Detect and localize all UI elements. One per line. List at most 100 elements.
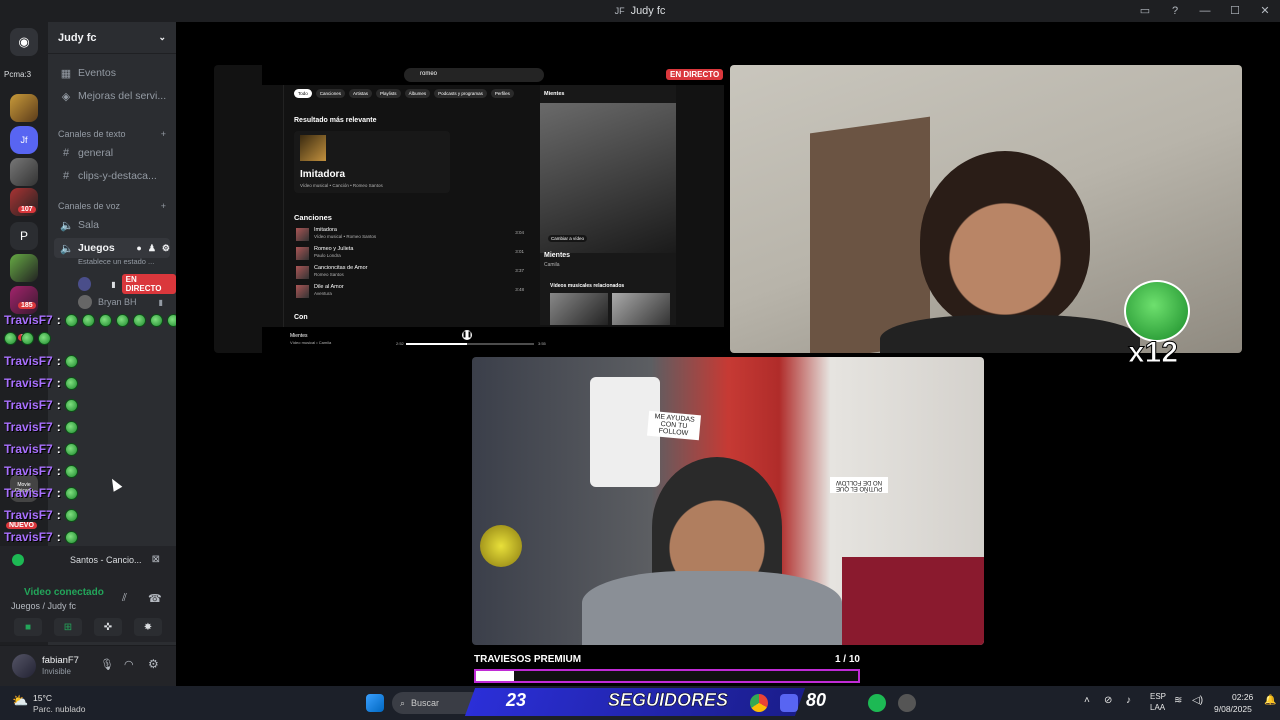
discord-icon[interactable] <box>780 694 798 712</box>
clock-date[interactable]: 9/08/2025 <box>1214 704 1252 714</box>
server-header[interactable]: Judy fc ⌄ <box>48 22 176 54</box>
related-heading: Vídeos musicales relacionados <box>550 283 625 289</box>
server-avatar-5[interactable] <box>10 286 38 314</box>
notification-icon[interactable]: 🔔 <box>1264 695 1276 706</box>
song-row[interactable]: Dile al Amor Aventura 3:48 <box>294 284 524 300</box>
add-user-icon[interactable]: ♟ <box>148 243 156 254</box>
voice-category[interactable]: Canales de voz + <box>58 201 166 211</box>
chat-username: TravisF7 <box>4 530 53 544</box>
server-pcma[interactable]: Pcma:3 <box>4 70 31 79</box>
voice-user-live[interactable]: ▮ EN DIRECTO <box>78 274 176 294</box>
spotify-player-bar: Mientes Vídeo musical • Camila ❚❚ 2:52 3… <box>262 327 724 353</box>
chat-username: TravisF7 <box>4 376 53 390</box>
spotify-search[interactable]: romeo <box>404 68 544 82</box>
wifi-icon[interactable]: ≋ <box>1174 695 1182 706</box>
server-jf[interactable]: Jf <box>10 126 38 154</box>
network-off-icon[interactable]: ⊘ <box>1104 695 1112 706</box>
spotify-tab[interactable]: Podcasts y programas <box>434 89 487 98</box>
voice-user[interactable]: Bryan BH ▮ <box>78 295 163 309</box>
door-frame <box>810 116 930 353</box>
goal-bar <box>474 669 860 683</box>
add-channel-icon[interactable]: + <box>161 129 166 139</box>
spotify-tab[interactable]: Todo <box>294 89 312 98</box>
server-avatar-4[interactable] <box>10 254 38 282</box>
chat-username: TravisF7 <box>4 442 53 456</box>
change-video-button[interactable]: Cambiar a vídeo <box>548 235 588 242</box>
lang-code[interactable]: ESP <box>1150 692 1166 701</box>
spotify-icon[interactable] <box>868 694 886 712</box>
spotify-tab[interactable]: Perfiles <box>490 89 514 98</box>
activity-button[interactable]: ✜ <box>94 618 122 636</box>
spotify-tab[interactable]: Álbumes <box>404 89 431 98</box>
avatar[interactable] <box>12 654 36 678</box>
gear-icon[interactable]: ⚙ <box>148 657 159 671</box>
server-p[interactable]: P <box>10 222 38 250</box>
channel-boosts[interactable]: ◈ Mejoras del servi... <box>54 86 170 106</box>
close-button[interactable]: ✕ <box>1250 0 1280 22</box>
app-icon[interactable] <box>898 694 916 712</box>
song-row[interactable]: Imitadora Vídeo musical • Romeo Santos 3:0… <box>294 227 524 243</box>
volume-icon[interactable]: ◁) <box>1192 695 1203 706</box>
player-sub: Vídeo musical • Camila <box>290 340 332 345</box>
lang-layout[interactable]: LAA <box>1150 703 1165 712</box>
gear-icon[interactable]: ⚙ <box>162 243 170 254</box>
disconnect-icon[interactable]: ☎ <box>148 592 162 605</box>
text-category[interactable]: Canales de texto + <box>58 129 166 139</box>
channel-clips[interactable]: # clips-y-destaca... <box>54 166 170 186</box>
hash-icon: # <box>62 170 70 182</box>
maximize-button[interactable]: ☐ <box>1220 0 1250 22</box>
spotify-tab[interactable]: Canciones <box>315 89 346 98</box>
streamer-webcam-tile[interactable]: ME AYUDAS CON TU FOLLOW PUTIÑO EL QUE NO… <box>472 357 984 645</box>
channel-juegos[interactable]: 🔈 Juegos ● ♟ ⚙ <box>54 238 170 258</box>
discord-home-icon[interactable]: ◉ <box>10 28 38 56</box>
search-icon: ⌕ <box>400 697 406 708</box>
weather-icon[interactable]: ⛅ <box>12 693 28 709</box>
song-title: Imitadora <box>314 227 337 233</box>
server-avatar-2[interactable] <box>10 158 38 186</box>
spotify-tab[interactable]: Artistas <box>349 89 373 98</box>
now-playing[interactable]: Santos - Cancio... <box>12 554 142 566</box>
chat-username: TravisF7 <box>4 464 53 478</box>
stop-share-icon[interactable]: ⊠ <box>152 554 160 565</box>
channel-events[interactable]: ▦ Eventos <box>54 63 170 83</box>
server-avatar-1[interactable] <box>10 94 38 122</box>
minimize-button[interactable]: — <box>1190 0 1220 22</box>
top-result-card[interactable]: Imitadora Vídeo musical • Canción • Rome… <box>294 131 450 193</box>
clock-time[interactable]: 02:26 <box>1232 692 1253 702</box>
channel-sala[interactable]: 🔈 Sala <box>54 215 170 235</box>
spotify-tab[interactable]: Playlists <box>376 89 401 98</box>
chat-separator: : <box>56 420 61 434</box>
screen-share-icon: ⊞ <box>63 621 73 633</box>
related-thumb[interactable] <box>550 293 608 325</box>
avatar <box>78 277 92 291</box>
song-row[interactable]: Romeo y Julieta Paulo Londra 3:01 <box>294 246 524 262</box>
channel-status[interactable]: Establece un estado ... <box>78 257 154 266</box>
play-pause-button[interactable]: ❚❚ <box>462 330 472 340</box>
server-icon: JF <box>614 6 625 16</box>
new-badge: NUEVO <box>6 522 37 529</box>
add-channel-icon[interactable]: + <box>161 201 166 211</box>
connection-location[interactable]: Juegos / Judy fc <box>11 601 76 611</box>
goal-bar-fill <box>476 671 515 681</box>
screen-share-button[interactable]: ⊞ <box>54 618 82 636</box>
help-icon[interactable]: ? <box>1160 0 1190 22</box>
channel-general[interactable]: # general <box>54 143 170 163</box>
microphone-icon[interactable]: 🎙 <box>100 658 114 671</box>
chat-icon[interactable]: ● <box>136 243 141 253</box>
headphones-icon[interactable]: ◠ <box>124 658 134 671</box>
spotify-icon <box>12 554 24 566</box>
screen-share-tile[interactable]: romeo EN DIRECTO Todo Canciones Artistas Pl… <box>214 65 724 353</box>
chrome-icon[interactable] <box>750 694 768 712</box>
tray-chevron-icon[interactable]: ˄ <box>1084 695 1090 706</box>
mic-tray-icon[interactable]: ♪ <box>1126 695 1131 706</box>
emote-icon <box>98 313 112 327</box>
camera-button[interactable]: ■ <box>14 618 42 636</box>
related-thumb[interactable] <box>612 293 670 325</box>
playback-progress[interactable] <box>406 343 534 345</box>
inbox-icon[interactable]: ▭ <box>1130 0 1160 22</box>
song-thumb <box>296 266 309 279</box>
soundboard-button[interactable]: ✸ <box>134 618 162 636</box>
noise-suppression-icon[interactable]: ⫽ <box>122 592 127 605</box>
song-row[interactable]: Cancioncitas de Amor Romeo Santos 3:37 <box>294 265 524 281</box>
windows-start-icon[interactable] <box>366 694 384 712</box>
